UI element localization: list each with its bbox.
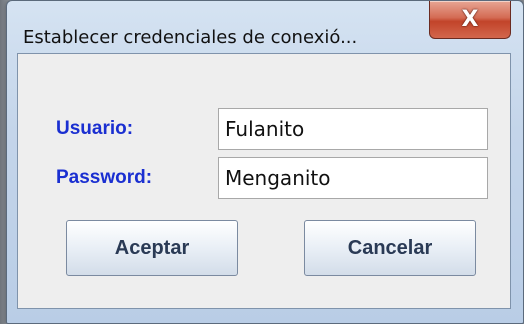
accept-button[interactable]: Aceptar [66,220,238,276]
close-button[interactable]: X [429,1,511,39]
close-icon: X [461,6,479,32]
user-field[interactable] [218,108,488,150]
dialog-title: Establecer credenciales de conexió... [23,27,358,48]
title-bar[interactable]: Establecer credenciales de conexió... X [7,1,523,48]
cancel-button[interactable]: Cancelar [304,220,476,276]
credentials-dialog: Establecer credenciales de conexió... X … [6,0,524,324]
user-label: Usuario: [56,118,134,139]
dialog-content: Usuario: Password: Aceptar Cancelar [17,53,511,309]
password-field[interactable] [218,157,488,199]
password-label: Password: [56,167,153,188]
